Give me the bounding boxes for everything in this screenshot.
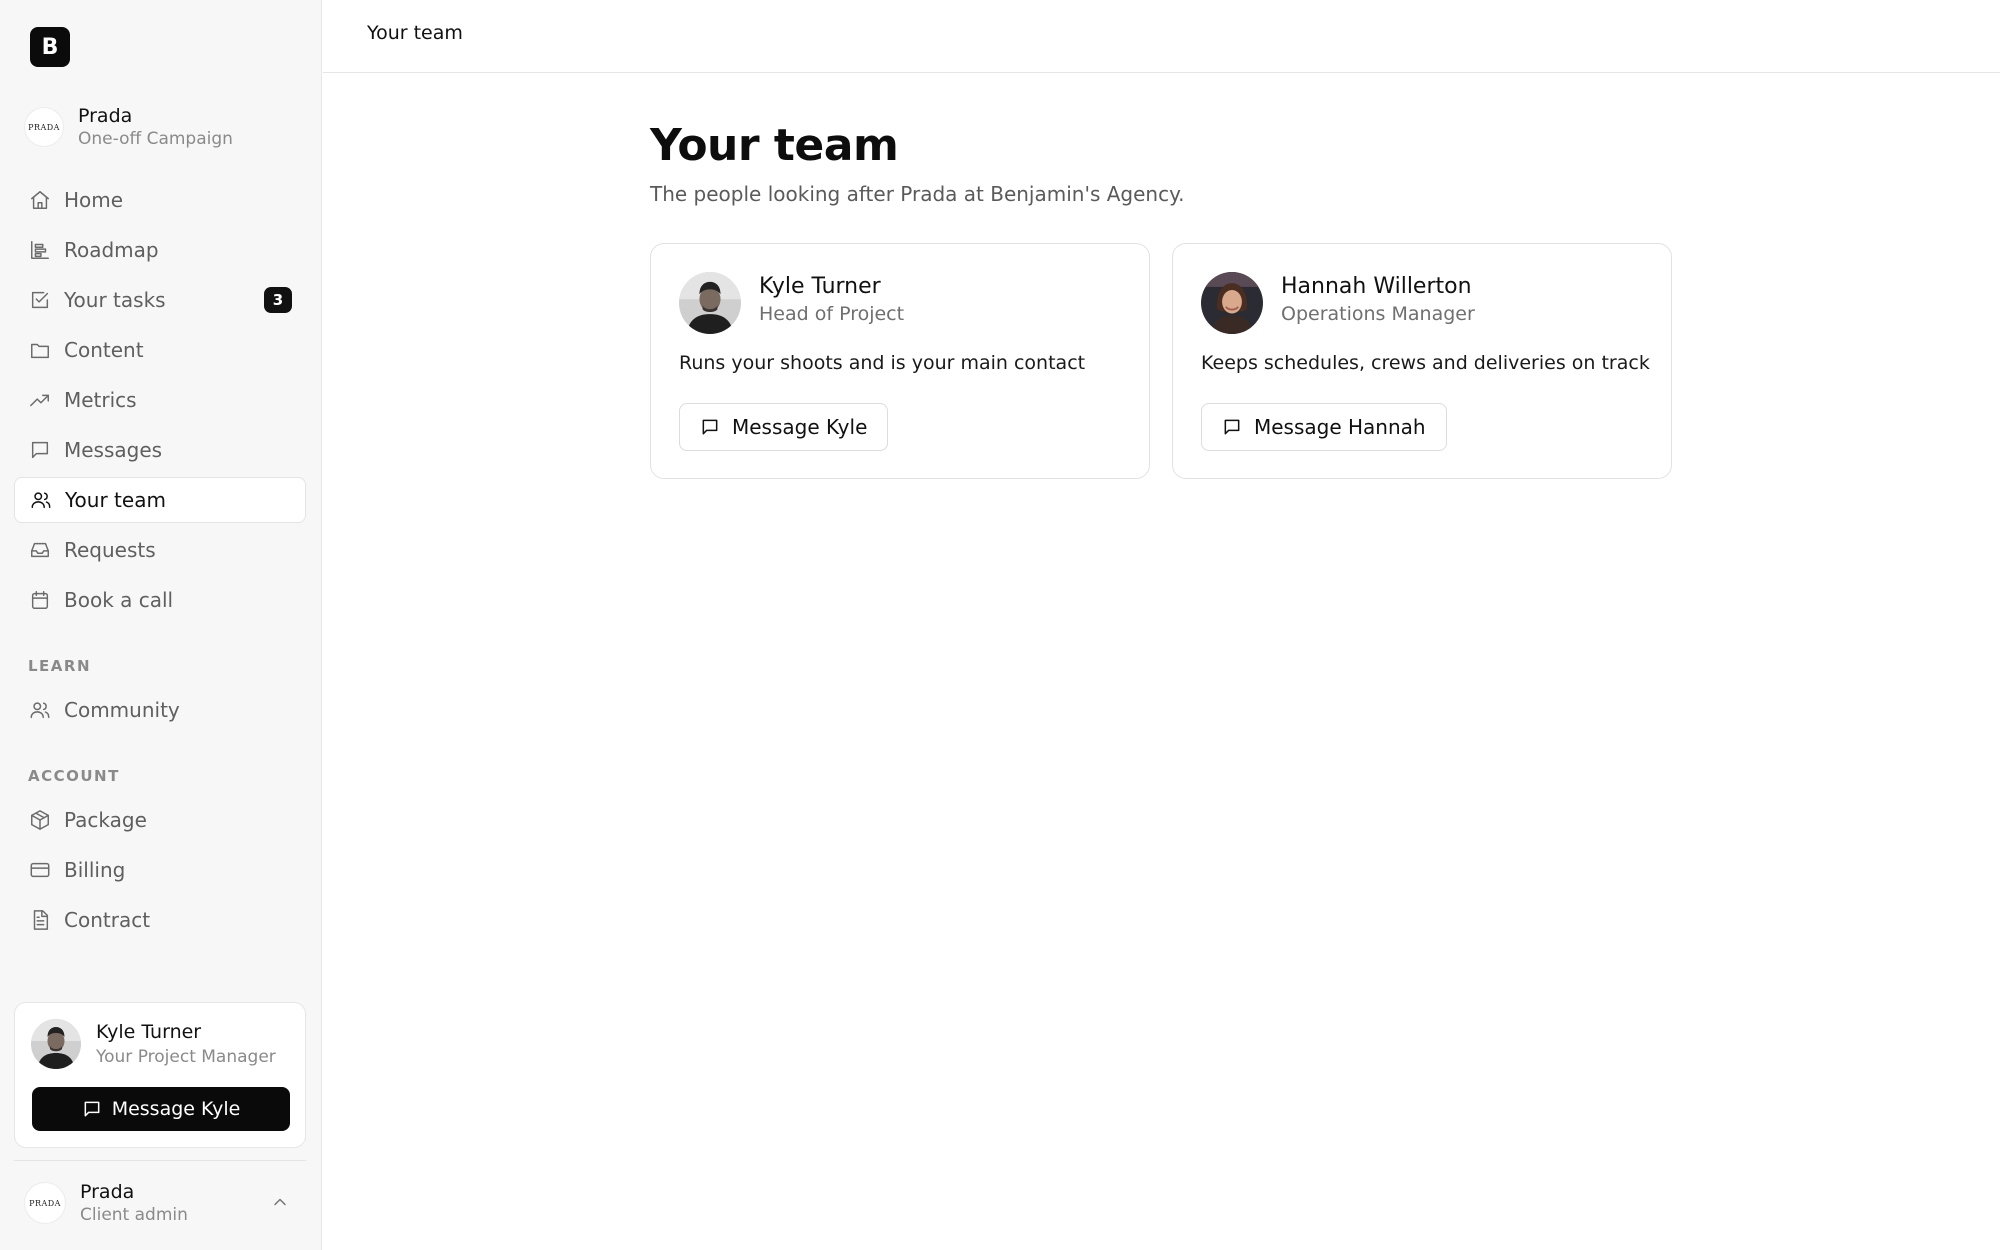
message-member-button-label: Message Hannah <box>1254 415 1426 439</box>
brand-logo[interactable]: B <box>30 27 70 67</box>
member-description: Keeps schedules, crews and deliveries on… <box>1201 352 1650 374</box>
message-member-button[interactable]: Message Kyle <box>679 403 889 451</box>
document-icon <box>28 908 52 932</box>
project-manager-card: Kyle Turner Your Project Manager Message… <box>14 1002 306 1148</box>
sidebar-item-label: Package <box>64 808 147 832</box>
avatar <box>679 272 741 334</box>
sidebar-item-book-a-call[interactable]: Book a call <box>14 577 306 623</box>
sidebar: B PRADA Prada One-off Campaign Home Road… <box>0 0 322 1250</box>
message-member-button[interactable]: Message Hannah <box>1201 403 1447 451</box>
team-member-card: Kyle Turner Head of Project Runs your sh… <box>650 243 1150 479</box>
learn-section-label: LEARN <box>28 657 92 675</box>
client-logo: PRADA <box>24 107 64 147</box>
sidebar-item-label: Your tasks <box>64 288 166 312</box>
member-name: Kyle Turner <box>759 274 881 299</box>
account-name: Prada <box>80 1181 135 1203</box>
pm-name: Kyle Turner <box>96 1021 202 1043</box>
sidebar-item-metrics[interactable]: Metrics <box>14 377 306 423</box>
member-role: Head of Project <box>759 303 905 325</box>
sidebar-item-label: Community <box>64 698 180 722</box>
sidebar-item-label: Billing <box>64 858 126 882</box>
client-name: Prada <box>78 105 133 127</box>
sidebar-item-label: Metrics <box>64 388 137 412</box>
account-logo: PRADA <box>24 1182 66 1224</box>
sidebar-item-label: Requests <box>64 538 156 562</box>
message-member-button-label: Message Kyle <box>732 415 868 439</box>
sidebar-item-contract[interactable]: Contract <box>14 897 306 943</box>
message-icon <box>84 1101 100 1117</box>
page-subtitle: The people looking after Prada at Benjam… <box>650 182 1185 206</box>
account-section-label: ACCOUNT <box>28 767 120 785</box>
client-switcher[interactable]: PRADA Prada One-off Campaign <box>24 104 233 150</box>
sidebar-item-label: Book a call <box>64 588 174 612</box>
member-role: Operations Manager <box>1281 303 1475 325</box>
users-icon <box>29 488 53 512</box>
breadcrumb: Your team <box>367 22 463 44</box>
sidebar-item-label: Content <box>64 338 144 362</box>
avatar <box>1201 272 1263 334</box>
sidebar-item-label: Your team <box>65 488 166 512</box>
sidebar-item-requests[interactable]: Requests <box>14 527 306 573</box>
sidebar-divider <box>14 1160 306 1161</box>
package-icon <box>28 808 52 832</box>
message-pm-button[interactable]: Message Kyle <box>32 1087 290 1131</box>
sidebar-item-label: Messages <box>64 438 163 462</box>
account-menu[interactable]: PRADA Prada Client admin <box>24 1178 300 1228</box>
sidebar-item-package[interactable]: Package <box>14 797 306 843</box>
message-icon <box>1224 419 1240 435</box>
pm-role: Your Project Manager <box>96 1047 276 1067</box>
home-icon <box>28 188 52 212</box>
avatar <box>31 1019 81 1069</box>
sidebar-item-roadmap[interactable]: Roadmap <box>14 227 306 273</box>
message-pm-button-label: Message Kyle <box>111 1098 241 1120</box>
tasks-count-badge: 3 <box>264 287 292 313</box>
member-name: Hannah Willerton <box>1281 274 1472 299</box>
chevron-up-icon <box>270 1192 290 1212</box>
roadmap-icon <box>28 238 52 262</box>
sidebar-item-your-tasks[interactable]: Your tasks 3 <box>14 277 306 323</box>
member-description: Runs your shoots and is your main contac… <box>679 352 1086 374</box>
account-role: Client admin <box>80 1205 188 1225</box>
sidebar-item-home[interactable]: Home <box>14 177 306 223</box>
folder-icon <box>28 338 52 362</box>
sidebar-item-messages[interactable]: Messages <box>14 427 306 473</box>
sidebar-item-community[interactable]: Community <box>14 687 306 733</box>
client-subtitle: One-off Campaign <box>78 129 233 149</box>
sidebar-item-billing[interactable]: Billing <box>14 847 306 893</box>
users-icon <box>28 698 52 722</box>
team-member-card: Hannah Willerton Operations Manager Keep… <box>1172 243 1672 479</box>
credit-card-icon <box>28 858 52 882</box>
sidebar-item-label: Home <box>64 188 124 212</box>
page-title: Your team <box>650 120 899 171</box>
inbox-icon <box>28 538 52 562</box>
sidebar-item-label: Contract <box>64 908 151 932</box>
trending-up-icon <box>28 388 52 412</box>
sidebar-item-content[interactable]: Content <box>14 327 306 373</box>
tasks-icon <box>28 288 52 312</box>
sidebar-item-your-team[interactable]: Your team <box>14 477 306 523</box>
calendar-icon <box>28 588 52 612</box>
sidebar-item-label: Roadmap <box>64 238 159 262</box>
message-icon <box>702 419 718 435</box>
message-icon <box>28 438 52 462</box>
top-bar: Your team <box>323 0 2000 73</box>
